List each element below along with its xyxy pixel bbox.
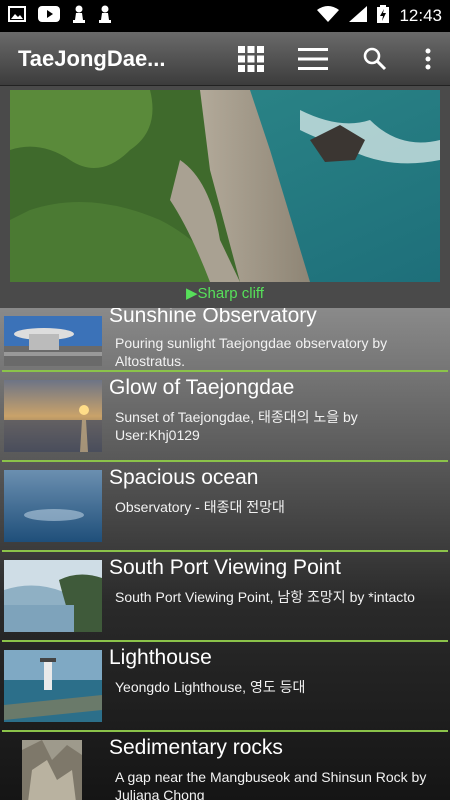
overflow-menu-button[interactable] <box>406 32 450 86</box>
thumbnail-image <box>4 470 102 542</box>
item-title: Spacious ocean <box>109 466 259 489</box>
hero-section: ▶Sharp cliff <box>0 86 450 308</box>
item-title: Glow of Taejongdae <box>109 376 295 399</box>
hero-image[interactable] <box>10 90 440 282</box>
app-title: TaeJongDae... <box>18 45 166 71</box>
thumbnail-image <box>4 380 102 452</box>
item-description: Sunset of Taejongdae, 태종대의 노을 by User:Kh… <box>115 409 358 443</box>
cell-signal-icon <box>349 5 368 27</box>
item-title: Sunshine Observatory <box>109 308 317 327</box>
list-item[interactable]: South Port Viewing Point South Port View… <box>2 552 448 642</box>
wifi-icon <box>317 5 340 27</box>
item-title: South Port Viewing Point <box>109 556 341 579</box>
list-view-button[interactable] <box>282 32 344 86</box>
app-bar: TaeJongDae... <box>0 32 450 86</box>
list-item[interactable]: Sedimentary rocks A gap near the Mangbus… <box>2 732 448 800</box>
list-item[interactable]: Sunshine Observatory Pouring sunlight Ta… <box>2 308 448 372</box>
item-description: A gap near the Mangbuseok and Shinsun Ro… <box>115 769 427 800</box>
item-title: Sedimentary rocks <box>109 736 283 759</box>
status-bar: 12:43 <box>0 0 450 32</box>
clock: 12:43 <box>399 6 442 25</box>
item-description: Pouring sunlight Taejongdae observatory … <box>115 335 388 369</box>
grid-view-button[interactable] <box>220 32 282 86</box>
item-description: Yeongdo Lighthouse, 영도 등대 <box>115 679 306 695</box>
hero-caption: ▶Sharp cliff <box>186 285 264 302</box>
search-button[interactable] <box>344 32 406 86</box>
play-icon: ▶ <box>186 285 198 302</box>
chess-pawn-icon <box>98 5 112 28</box>
grid-icon <box>238 45 264 72</box>
more-vert-icon <box>425 48 431 69</box>
image-icon <box>8 5 26 27</box>
list-item[interactable]: Glow of Taejongdae Sunset of Taejongdae,… <box>2 372 448 462</box>
search-icon <box>363 47 387 70</box>
youtube-icon <box>38 5 60 27</box>
thumbnail-image <box>22 740 82 800</box>
attraction-list: Sunshine Observatory Pouring sunlight Ta… <box>0 308 450 800</box>
menu-lines-icon <box>298 47 328 70</box>
thumbnail-image <box>4 560 102 632</box>
item-description: Observatory - 태종대 전망대 <box>115 499 285 515</box>
item-title: Lighthouse <box>109 646 212 669</box>
thumbnail-image <box>4 316 102 366</box>
item-description: South Port Viewing Point, 남항 조망지 by *int… <box>115 589 415 605</box>
thumbnail-image <box>4 650 102 722</box>
battery-charging-icon <box>377 4 390 28</box>
chess-pawn-icon <box>72 5 86 28</box>
list-item[interactable]: Spacious ocean Observatory - 태종대 전망대 <box>2 462 448 552</box>
list-item[interactable]: Lighthouse Yeongdo Lighthouse, 영도 등대 <box>2 642 448 732</box>
